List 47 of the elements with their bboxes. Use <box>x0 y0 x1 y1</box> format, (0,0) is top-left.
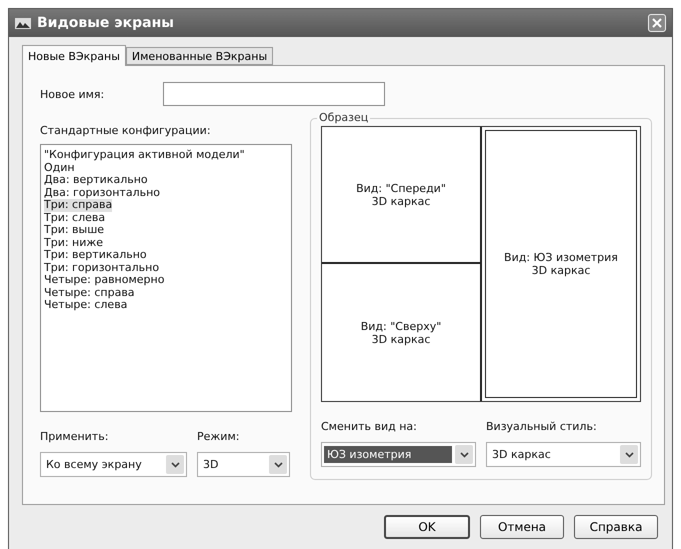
tab[interactable]: Новые ВЭкраны <box>22 45 126 66</box>
caret-icon <box>170 462 180 468</box>
tab[interactable]: Именованные ВЭкраны <box>126 47 274 65</box>
field-label: Сменить вид на: <box>321 420 418 433</box>
viewport[interactable]: Вид: ЮЗ изометрия 3D каркас <box>482 127 640 401</box>
list-item[interactable]: Три: справа <box>44 199 112 212</box>
viewport-style: 3D каркас <box>532 264 590 277</box>
field-label: Новое имя: <box>40 88 106 100</box>
field-label: Применить: <box>40 430 110 443</box>
name-field[interactable] <box>163 82 385 106</box>
list-item[interactable]: Три: выше <box>44 224 104 236</box>
list-label: Стандартные конфигурации: <box>40 124 212 137</box>
close-icon <box>652 18 662 28</box>
field-label: Визуальный стиль: <box>486 420 598 433</box>
field-label: Режим: <box>197 430 240 443</box>
window-title: Видовые экраны <box>37 15 175 31</box>
dropdown[interactable]: 3D каркас <box>486 442 641 467</box>
dropdown[interactable]: 3D <box>197 452 290 477</box>
close-button[interactable] <box>648 14 666 32</box>
viewport-style: 3D каркас <box>372 332 430 346</box>
dialog-button[interactable]: OK <box>384 515 470 539</box>
list-item[interactable]: Три: слева <box>44 212 106 224</box>
caret-icon <box>624 452 634 458</box>
caret-icon <box>274 462 282 468</box>
list-item[interactable]: Три: горизонтально <box>44 262 160 274</box>
caret-icon <box>460 452 468 458</box>
dropdown[interactable]: Ко всему экрану <box>40 452 187 477</box>
app-icon <box>15 16 31 30</box>
viewport-style: 3D каркас <box>372 194 430 208</box>
list-item[interactable]: "Конфигурация активной модели" <box>44 149 245 162</box>
list-item[interactable]: Три: ниже <box>44 236 104 249</box>
list-item[interactable]: Четыре: равномерно <box>44 274 164 286</box>
viewport-label: Вид: ЮЗ изометрия <box>504 251 618 264</box>
viewport-label: Вид: "Сверху" <box>360 320 442 332</box>
list-item[interactable]: Два: горизонтально <box>44 186 160 199</box>
list-item[interactable]: Два: вертикально <box>44 174 148 186</box>
viewport[interactable]: Вид: "Спереди" 3D каркас <box>322 127 482 264</box>
list-item[interactable]: Четыре: слева <box>44 299 128 312</box>
dialog-button[interactable]: Справка <box>574 515 658 539</box>
viewport-label: Вид: "Спереди" <box>356 182 446 194</box>
viewport[interactable]: Вид: "Сверху" 3D каркас <box>322 264 482 401</box>
list-item[interactable]: Четыре: справа <box>44 286 135 299</box>
list-item[interactable]: Один <box>44 162 75 174</box>
list-item[interactable]: Три: вертикально <box>44 249 147 262</box>
group-title: Образец <box>317 111 370 124</box>
dialog-button[interactable]: Отмена <box>480 515 564 539</box>
dropdown[interactable]: ЮЗ изометрия <box>321 442 476 467</box>
